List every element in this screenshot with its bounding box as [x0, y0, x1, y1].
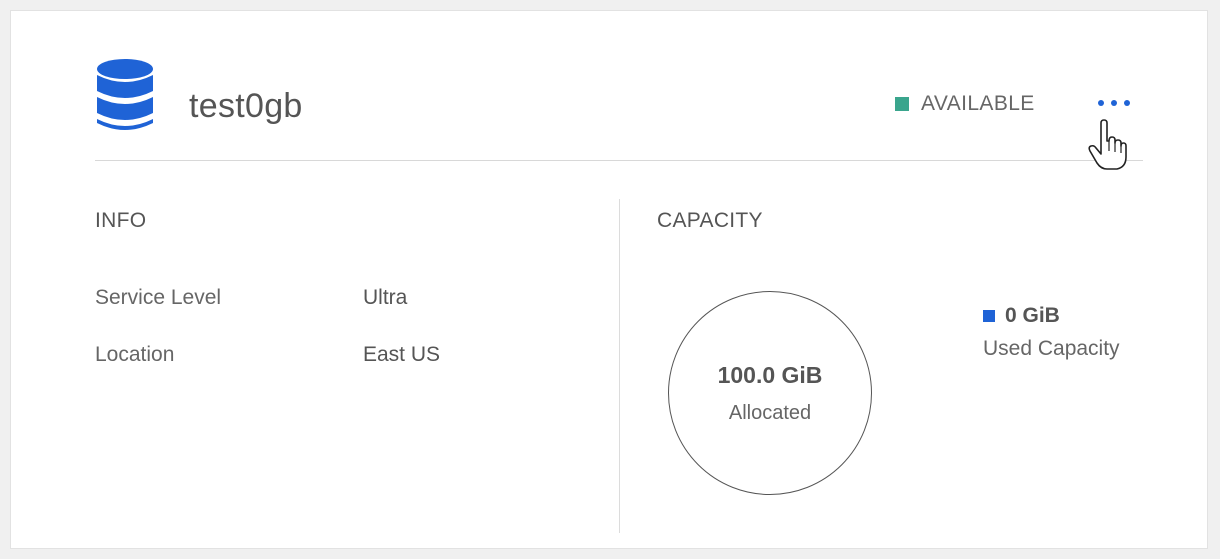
used-capacity-label: Used Capacity	[983, 337, 1120, 360]
more-dot-icon	[1098, 100, 1104, 106]
status-indicator: AVAILABLE	[895, 91, 1035, 117]
service-level-value: Ultra	[363, 286, 408, 309]
status-color-square	[895, 97, 909, 111]
allocated-value: 100.0 GiB	[717, 362, 823, 388]
used-capacity-legend: 0 GiB Used Capacity	[983, 303, 1120, 361]
more-dot-icon	[1111, 100, 1117, 106]
more-dot-icon	[1124, 100, 1130, 106]
service-level-label: Service Level	[95, 286, 222, 309]
used-color-square	[983, 310, 995, 322]
allocated-capacity-ring: 100.0 GiB Allocated	[668, 291, 872, 495]
allocated-label: Allocated	[728, 402, 812, 424]
location-label: Location	[95, 343, 175, 366]
database-icon	[97, 59, 153, 130]
used-capacity-value: 0 GiB	[1005, 304, 1060, 327]
volume-name: test0gb	[189, 87, 303, 125]
section-divider	[619, 199, 620, 533]
info-section-title: INFO	[95, 209, 147, 232]
capacity-section-title: CAPACITY	[657, 209, 763, 232]
more-actions-button[interactable]	[1088, 85, 1140, 121]
location-value: East US	[363, 343, 441, 366]
card-header: test0gb AVAILABLE	[95, 57, 1143, 161]
status-text: AVAILABLE	[921, 92, 1035, 115]
volume-card: test0gb AVAILABLE INFO Service Level Ult…	[10, 10, 1208, 549]
